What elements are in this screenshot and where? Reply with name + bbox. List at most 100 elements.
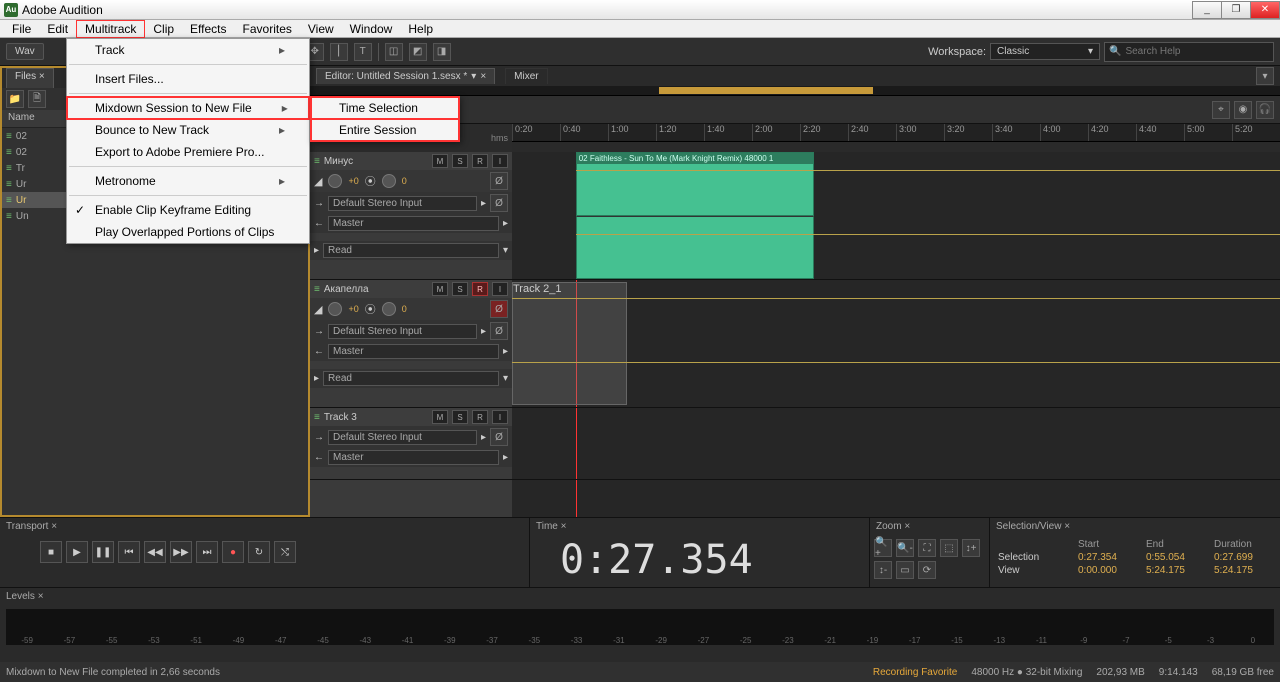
submenu-entire-session[interactable]: Entire Session [311, 119, 459, 141]
menu-item-play-overlapped[interactable]: Play Overlapped Portions of Clips [67, 221, 309, 243]
output-dropdown[interactable]: Master [328, 344, 499, 359]
overview-scrubber[interactable] [310, 86, 1280, 96]
zoom-in-icon[interactable]: 🔍+ [874, 539, 892, 557]
track-name[interactable]: Минус [324, 156, 428, 167]
phase-icon[interactable]: Ø [490, 172, 508, 190]
record-button[interactable]: ● [222, 541, 244, 563]
arm-record-button[interactable]: R [472, 282, 488, 296]
time-ruler[interactable]: 0:200:401:001:201:402:002:202:403:003:20… [512, 124, 1280, 142]
menu-clip[interactable]: Clip [145, 21, 182, 37]
mute-button[interactable]: M [432, 410, 448, 424]
level-meter[interactable]: -59-57-55-53-51-49-47-45-43-41-39-37-35-… [6, 609, 1274, 645]
tool-text[interactable]: T [354, 43, 372, 61]
track-name[interactable]: Акапелла [324, 284, 428, 295]
tool-a[interactable]: ◫ [385, 43, 403, 61]
zoom-reset-icon[interactable]: ⟳ [918, 561, 936, 579]
menu-effects[interactable]: Effects [182, 21, 234, 37]
mixer-tab[interactable]: Mixer [505, 68, 547, 84]
zoom-sel-icon[interactable]: ⬚ [940, 539, 958, 557]
menu-item-export-premiere[interactable]: Export to Adobe Premiere Pro... [67, 141, 309, 163]
volume-knob[interactable] [328, 174, 342, 188]
arm-record-button[interactable]: R [472, 154, 488, 168]
tool-razor[interactable]: ⎮ [330, 43, 348, 61]
pause-button[interactable]: ❚❚ [92, 541, 114, 563]
rewind-button[interactable]: ◀◀ [144, 541, 166, 563]
sel-dur[interactable]: 0:27.699 [1214, 552, 1272, 563]
menu-view[interactable]: View [300, 21, 342, 37]
output-dropdown[interactable]: Master [328, 450, 499, 465]
close-icon[interactable]: × [480, 71, 486, 82]
waveform-toggle[interactable]: Wav [6, 43, 44, 60]
menu-item-bounce[interactable]: Bounce to New Track▸ [67, 119, 309, 141]
panel-menu-icon[interactable]: ▾ [1256, 67, 1274, 85]
phase-icon[interactable]: Ø [490, 300, 508, 318]
cd-icon[interactable]: ◉ [1234, 101, 1252, 119]
skip-button[interactable]: ⤭ [274, 541, 296, 563]
audio-clip[interactable]: Track 2_1 [512, 282, 627, 405]
solo-button[interactable]: S [452, 410, 468, 424]
close-icon[interactable]: × [904, 521, 910, 532]
tool-c[interactable]: ◨ [433, 43, 451, 61]
phase-icon[interactable]: Ø [490, 322, 508, 340]
audio-clip[interactable]: 02 Faithless - Sun To Me (Mark Knight Re… [576, 152, 814, 216]
monitor-button[interactable]: I [492, 154, 508, 168]
menu-item-insert-files[interactable]: Insert Files... [67, 68, 309, 90]
close-icon[interactable]: × [561, 521, 567, 532]
output-dropdown[interactable]: Master [328, 216, 499, 231]
read-dropdown[interactable]: Read [323, 371, 499, 386]
arm-record-button[interactable]: R [472, 410, 488, 424]
pan-knob[interactable] [382, 302, 396, 316]
sel-start[interactable]: 0:27.354 [1078, 552, 1136, 563]
loop-button[interactable]: ↻ [248, 541, 270, 563]
maximize-button[interactable]: ❐ [1221, 1, 1251, 19]
open-folder-icon[interactable]: 📁 [6, 90, 24, 108]
snap-icon[interactable]: ⌖ [1212, 101, 1230, 119]
submenu-time-selection[interactable]: Time Selection [311, 97, 459, 119]
close-icon[interactable]: × [39, 71, 45, 82]
close-icon[interactable]: × [38, 591, 44, 602]
zoom-all-icon[interactable]: ▭ [896, 561, 914, 579]
track-name[interactable]: Track 3 [324, 412, 428, 423]
menu-window[interactable]: Window [342, 21, 401, 37]
stop-button[interactable]: ■ [40, 541, 62, 563]
phase-icon[interactable]: Ø [490, 428, 508, 446]
mute-button[interactable]: M [432, 154, 448, 168]
menu-help[interactable]: Help [400, 21, 441, 37]
menu-item-track[interactable]: Track▸ [67, 39, 309, 61]
play-button[interactable]: ▶ [66, 541, 88, 563]
menu-favorites[interactable]: Favorites [235, 21, 300, 37]
solo-button[interactable]: S [452, 154, 468, 168]
view-dur[interactable]: 5:24.175 [1214, 565, 1272, 576]
tool-b[interactable]: ◩ [409, 43, 427, 61]
mute-button[interactable]: M [432, 282, 448, 296]
audio-clip[interactable] [576, 216, 814, 280]
new-file-icon[interactable]: 🗎 [28, 90, 46, 108]
phase-icon[interactable]: Ø [490, 194, 508, 212]
forward-button[interactable]: ▶▶ [170, 541, 192, 563]
headphone-icon[interactable]: 🎧 [1256, 101, 1274, 119]
close-button[interactable]: ✕ [1250, 1, 1280, 19]
menu-multitrack[interactable]: Multitrack [76, 20, 145, 38]
workspace-dropdown[interactable]: Classic▾ [990, 43, 1100, 60]
read-dropdown[interactable]: Read [323, 243, 499, 258]
input-dropdown[interactable]: Default Stereo Input [328, 430, 477, 445]
input-dropdown[interactable]: Default Stereo Input [328, 196, 477, 211]
monitor-button[interactable]: I [492, 282, 508, 296]
timeline[interactable]: 02 Faithless - Sun To Me (Mark Knight Re… [512, 152, 1280, 517]
zoom-in-v-icon[interactable]: ↕+ [962, 539, 980, 557]
minimize-button[interactable]: _ [1192, 1, 1222, 19]
menu-edit[interactable]: Edit [39, 21, 76, 37]
solo-button[interactable]: S [452, 282, 468, 296]
menu-item-keyframe[interactable]: ✓Enable Clip Keyframe Editing [67, 199, 309, 221]
zoom-out-icon[interactable]: 🔍- [896, 539, 914, 557]
time-display[interactable]: 0:27.354 [530, 535, 869, 585]
input-dropdown[interactable]: Default Stereo Input [328, 324, 477, 339]
menu-item-mixdown[interactable]: Mixdown Session to New File▸ [67, 97, 309, 119]
close-icon[interactable]: × [51, 521, 57, 532]
close-icon[interactable]: × [1064, 521, 1070, 532]
menu-item-metronome[interactable]: Metronome▸ [67, 170, 309, 192]
view-end[interactable]: 5:24.175 [1146, 565, 1204, 576]
help-search[interactable]: 🔍 Search Help [1104, 42, 1274, 62]
rew-start-button[interactable]: ⏮ [118, 541, 140, 563]
volume-knob[interactable] [328, 302, 342, 316]
